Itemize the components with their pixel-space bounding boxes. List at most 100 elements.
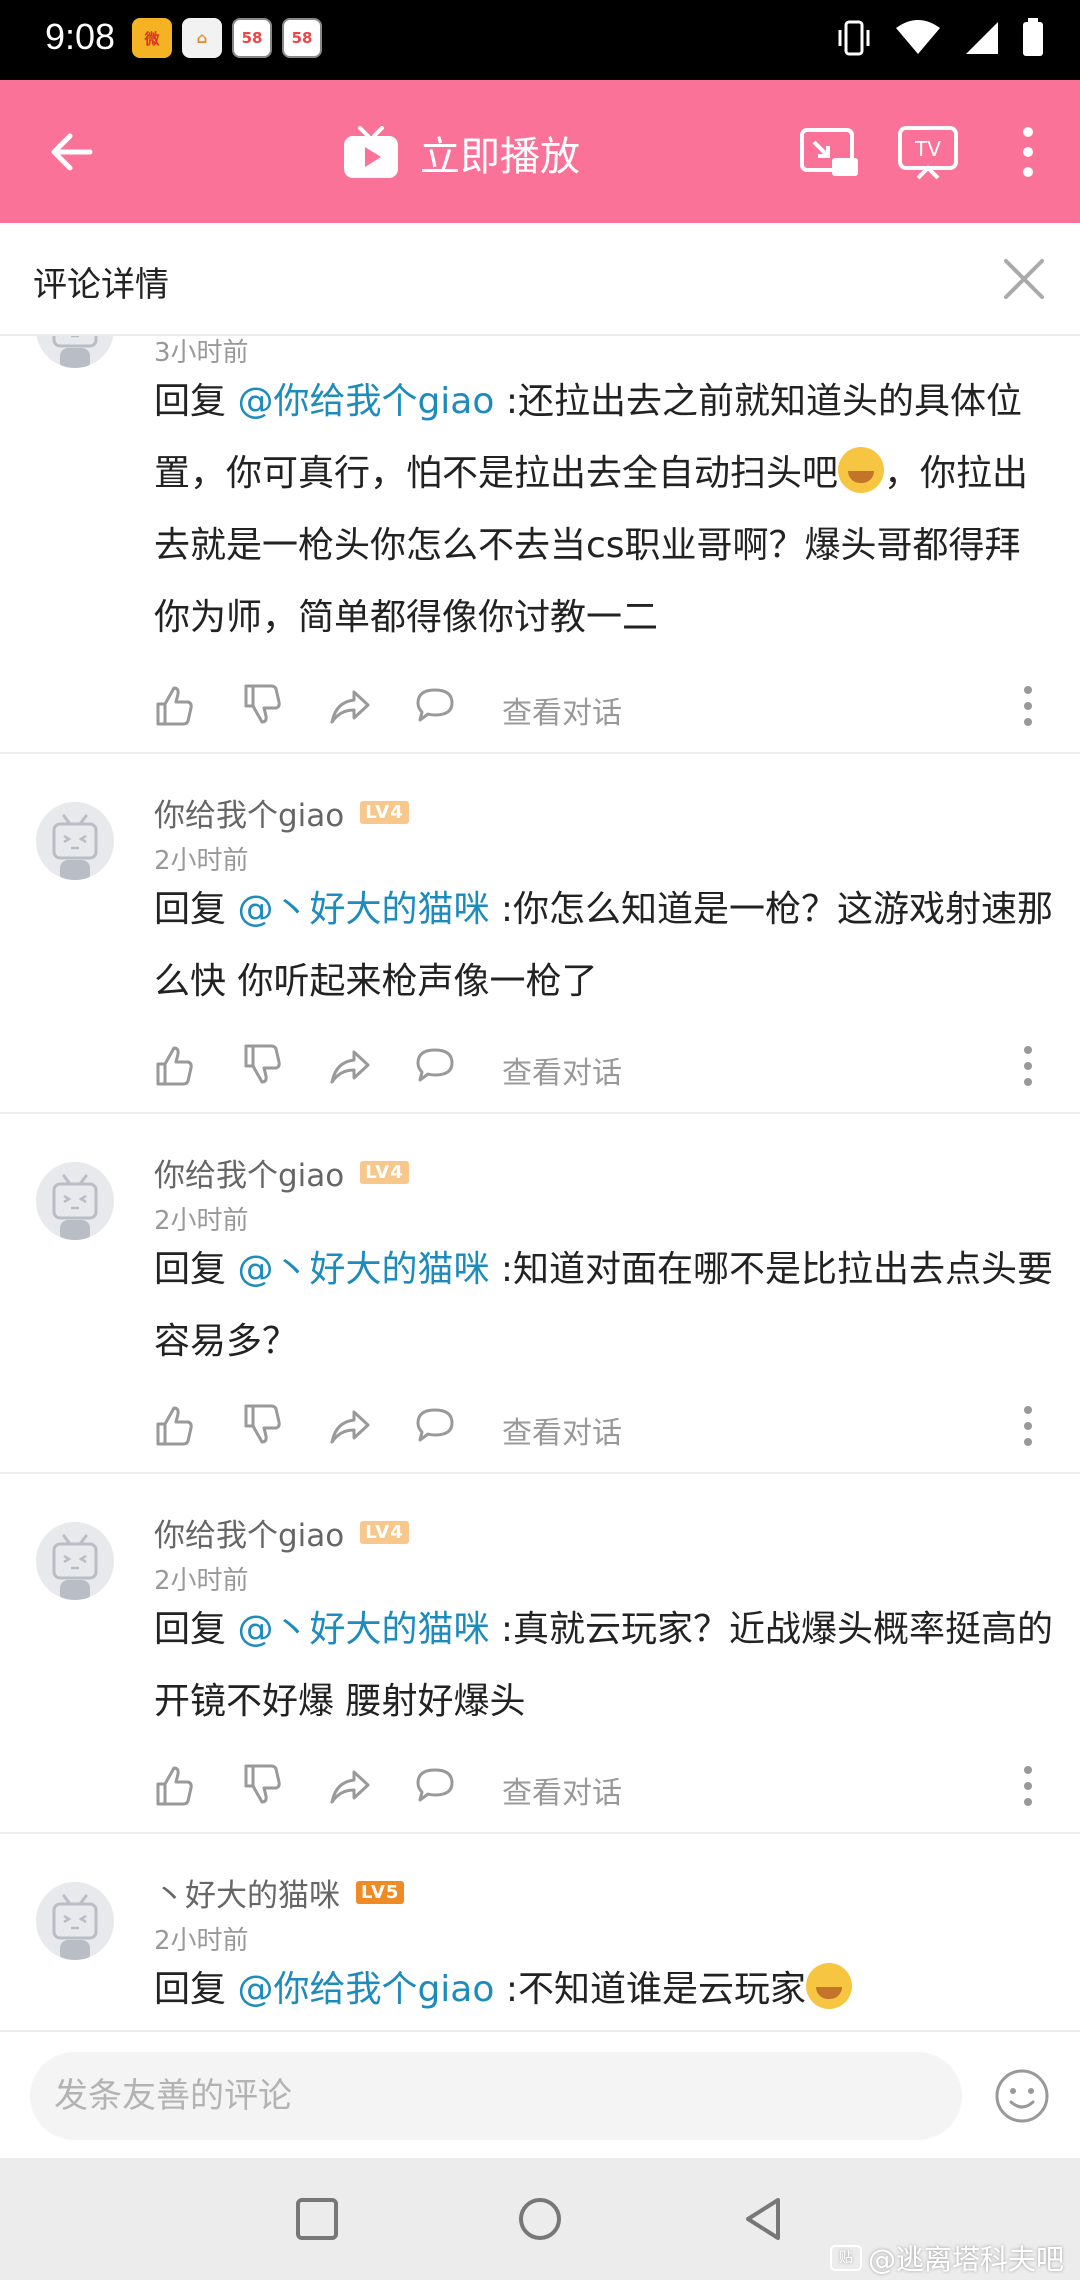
signal-icon [966, 22, 998, 54]
mention-link[interactable]: @丶好大的猫咪 [237, 1609, 489, 1650]
mention-link[interactable]: @丶好大的猫咪 [237, 889, 489, 930]
comment-more-icon[interactable] [1008, 1404, 1048, 1448]
comment-text: 回复 @丶好大的猫咪 :知道对面在哪不是比拉出去点头要容易多？ [154, 1249, 1054, 1362]
back-arrow-icon[interactable] [40, 120, 104, 184]
svg-text:TV: TV [914, 137, 941, 161]
view-conversation-link[interactable]: 查看对话 [502, 1768, 622, 1812]
recents-square-icon[interactable] [294, 2196, 340, 2242]
comment-item: 3小时前 回复 @你给我个giao :还拉出去之前就知道头的具体位置，你可真行，… [0, 336, 1080, 754]
comment-time: 3小时前 [154, 338, 249, 368]
like-icon[interactable] [152, 1404, 194, 1446]
cast-icon[interactable] [796, 120, 860, 184]
view-conversation-link[interactable]: 查看对话 [502, 1048, 622, 1092]
mention-link[interactable]: @你给我个giao [237, 1969, 494, 2010]
comment-input[interactable] [30, 2052, 962, 2140]
avatar[interactable] [36, 1522, 114, 1600]
comment-input-container [30, 2052, 962, 2140]
grin-emoji-icon [805, 1963, 852, 2009]
comment-more-icon[interactable] [1008, 684, 1048, 728]
comment-actions: 查看对话 [152, 1764, 1052, 1814]
username[interactable]: 你给我个giao [154, 790, 344, 835]
battery-icon [1023, 18, 1043, 56]
dislike-icon[interactable] [240, 1404, 282, 1446]
comment-time: 2小时前 [154, 1566, 249, 1596]
default-avatar-icon [52, 814, 98, 880]
share-icon[interactable] [328, 1404, 370, 1446]
default-avatar-icon [52, 1534, 98, 1600]
comment-time: 2小时前 [154, 1926, 249, 1956]
share-icon[interactable] [328, 1764, 370, 1806]
comment-more-icon[interactable] [1008, 1044, 1048, 1088]
comment-list[interactable]: 3小时前 回复 @你给我个giao :还拉出去之前就知道头的具体位置，你可真行，… [0, 336, 1080, 2030]
avatar[interactable] [36, 802, 114, 880]
view-conversation-link[interactable]: 查看对话 [502, 688, 622, 732]
comment-detail-title: 评论详情 [33, 265, 169, 305]
default-avatar-icon [52, 1174, 98, 1240]
avatar[interactable] [36, 1162, 114, 1240]
dislike-icon[interactable] [240, 1764, 282, 1806]
status-bar: 9:08 微 ⌂ 58 58 [0, 0, 1080, 80]
mention-link[interactable]: @丶好大的猫咪 [237, 1249, 489, 1290]
grin-emoji-icon [838, 447, 885, 493]
level-badge: LV4 [360, 1161, 409, 1184]
default-avatar-icon [52, 336, 98, 368]
avatar[interactable] [36, 1882, 114, 1960]
username[interactable]: 你给我个giao [154, 1150, 344, 1195]
comment-text: 回复 @你给我个giao :还拉出去之前就知道头的具体位置，你可真行，怕不是拉出… [154, 381, 1029, 638]
avatar[interactable] [36, 336, 114, 368]
comment-text: 回复 @丶好大的猫咪 :你怎么知道是一枪？这游戏射速那么快 你听起来枪声像一枪了 [154, 889, 1054, 1002]
comment-more-icon[interactable] [1008, 1764, 1048, 1808]
comment-text: 回复 @你给我个giao :不知道谁是云玩家 [154, 1954, 1054, 2026]
level-badge: LV5 [356, 1881, 405, 1904]
app-58-icon: 58 [282, 18, 322, 58]
emoji-picker-icon[interactable] [994, 2068, 1050, 2124]
reply-icon[interactable] [414, 684, 456, 726]
username[interactable]: 你给我个giao [154, 1510, 344, 1555]
play-now-button[interactable]: 立即播放 [342, 124, 580, 182]
comment-actions: 查看对话 [152, 1404, 1052, 1454]
watermark: 贴 @逃离塔科夫吧 [829, 2238, 1064, 2278]
comment-item: 你给我个giao LV4 2小时前 回复 @丶好大的猫咪 :真就云玩家？近战爆头… [0, 1474, 1080, 1834]
default-avatar-icon [52, 1894, 98, 1960]
cleaner-icon: ⌂ [182, 18, 222, 58]
reply-icon[interactable] [414, 1044, 456, 1086]
system-icons [836, 18, 1044, 58]
weibo-icon: 微 [132, 18, 172, 58]
app-58-icon: 58 [232, 18, 272, 58]
share-icon[interactable] [328, 684, 370, 726]
comment-actions: 查看对话 [152, 684, 1052, 734]
play-now-label: 立即播放 [420, 134, 580, 180]
status-time: 9:08 [45, 16, 116, 57]
view-conversation-link[interactable]: 查看对话 [502, 1408, 622, 1452]
home-circle-icon[interactable] [517, 2196, 563, 2242]
like-icon[interactable] [152, 684, 194, 726]
close-icon[interactable] [998, 253, 1050, 305]
like-icon[interactable] [152, 1044, 194, 1086]
comment-input-bar [0, 2030, 1080, 2158]
comment-actions: 查看对话 [152, 1044, 1052, 1094]
play-tv-icon [344, 126, 398, 178]
mention-link[interactable]: @你给我个giao [237, 381, 494, 422]
reply-icon[interactable] [414, 1764, 456, 1806]
comment-detail-header: 评论详情 [0, 223, 1080, 336]
dislike-icon[interactable] [240, 1044, 282, 1086]
like-icon[interactable] [152, 1764, 194, 1806]
notification-icons: 微 ⌂ 58 58 [132, 18, 322, 58]
system-nav-bar: 贴 @逃离塔科夫吧 [0, 2158, 1080, 2280]
more-vert-icon[interactable] [996, 120, 1060, 184]
dislike-icon[interactable] [240, 684, 282, 726]
comment-time: 2小时前 [154, 846, 249, 876]
tv-icon[interactable]: TV [896, 120, 960, 184]
comment-item: 你给我个giao LV4 2小时前 回复 @丶好大的猫咪 :你怎么知道是一枪？这… [0, 754, 1080, 1114]
share-icon[interactable] [328, 1044, 370, 1086]
reply-icon[interactable] [414, 1404, 456, 1446]
wifi-icon [896, 20, 940, 54]
tieba-logo-icon: 贴 [829, 2245, 862, 2271]
comment-time: 2小时前 [154, 1206, 249, 1236]
comment-item: 你给我个giao LV4 2小时前 回复 @丶好大的猫咪 :知道对面在哪不是比拉… [0, 1114, 1080, 1474]
vibrate-icon [838, 20, 870, 56]
comment-text: 回复 @丶好大的猫咪 :真就云玩家？近战爆头概率挺高的 开镜不好爆 腰射好爆头 [154, 1609, 1054, 1722]
username[interactable]: 丶好大的猫咪 [154, 1870, 340, 1915]
level-badge: LV4 [360, 801, 409, 824]
back-triangle-icon[interactable] [740, 2196, 786, 2242]
